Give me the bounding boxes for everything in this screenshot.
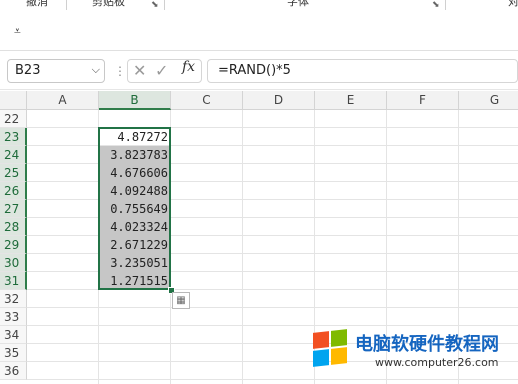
row-header[interactable]: 28 bbox=[0, 218, 27, 236]
cell-b30[interactable]: 3.235051 bbox=[99, 254, 171, 272]
name-box[interactable]: B23 ⌵ bbox=[7, 59, 105, 83]
select-all-corner[interactable] bbox=[0, 91, 27, 110]
name-box-value: B23 bbox=[15, 63, 41, 78]
column-header-f[interactable]: F bbox=[387, 91, 459, 110]
cell-b25[interactable]: 4.676606 bbox=[99, 164, 171, 182]
column-header-e[interactable]: E bbox=[315, 91, 387, 110]
formula-bar: B23 ⌵ ⋮ ✕ ✓ fx =RAND()*5 bbox=[0, 55, 518, 90]
column-header-b[interactable]: B bbox=[99, 91, 171, 110]
font-launcher-icon[interactable]: ⬊ bbox=[432, 0, 440, 10]
row-header[interactable]: 25 bbox=[0, 164, 27, 182]
cell-b23[interactable]: 4.87272 bbox=[99, 128, 171, 146]
cell-b29[interactable]: 2.671229 bbox=[99, 236, 171, 254]
cancel-icon[interactable]: ✕ bbox=[133, 61, 146, 80]
column-header-d[interactable]: D bbox=[243, 91, 315, 110]
cell-b27[interactable]: 0.755649 bbox=[99, 200, 171, 218]
column-header-g[interactable]: G bbox=[459, 91, 518, 110]
insert-function-icon[interactable]: fx bbox=[182, 59, 195, 75]
row-header[interactable]: 33 bbox=[0, 308, 27, 326]
ribbon-group-clipboard: 剪贴板 bbox=[92, 0, 125, 8]
ribbon-group-font: 字体 bbox=[287, 0, 309, 8]
column-header-c[interactable]: C bbox=[171, 91, 243, 110]
row-header[interactable]: 22 bbox=[0, 110, 27, 128]
row-header[interactable]: 29 bbox=[0, 236, 27, 254]
formula-input[interactable]: =RAND()*5 bbox=[207, 59, 518, 83]
customize-toolbar-icon[interactable]: ⩡ bbox=[14, 24, 21, 39]
cell-b26[interactable]: 4.092488 bbox=[99, 182, 171, 200]
clipboard-launcher-icon[interactable]: ⬊ bbox=[151, 0, 159, 10]
ribbon-group-undo: 撤消 bbox=[26, 0, 48, 8]
confirm-icon[interactable]: ✓ bbox=[155, 61, 168, 80]
windows-logo-icon bbox=[313, 329, 349, 367]
ribbon-group-alignment: 对 bbox=[508, 0, 518, 8]
row-header[interactable]: 35 bbox=[0, 344, 27, 362]
row-header[interactable]: 31 bbox=[0, 272, 27, 290]
row-header[interactable]: 30 bbox=[0, 254, 27, 272]
column-header-a[interactable]: A bbox=[27, 91, 99, 110]
row-header[interactable]: 32 bbox=[0, 290, 27, 308]
row-header[interactable]: 26 bbox=[0, 182, 27, 200]
row-header[interactable]: 36 bbox=[0, 362, 27, 380]
ribbon-divider bbox=[66, 0, 67, 10]
watermark: 电脑软硬件教程网 www.computer26.com bbox=[311, 326, 518, 384]
row-header[interactable]: 23 bbox=[0, 128, 27, 146]
row-header[interactable]: 24 bbox=[0, 146, 27, 164]
chevron-down-icon[interactable]: ⌵ bbox=[92, 63, 100, 77]
ribbon: 撤消 剪贴板 ⬊ 字体 ⬊ 对 ⩡ bbox=[0, 0, 518, 51]
cell-b31[interactable]: 1.271515 bbox=[99, 272, 171, 290]
ribbon-divider bbox=[164, 0, 165, 10]
cell-b24[interactable]: 3.823783 bbox=[99, 146, 171, 164]
row-header[interactable]: 27 bbox=[0, 200, 27, 218]
watermark-title: 电脑软硬件教程网 bbox=[355, 334, 499, 355]
cell-b28[interactable]: 4.023324 bbox=[99, 218, 171, 236]
watermark-url: www.computer26.com bbox=[375, 356, 499, 369]
ribbon-divider bbox=[445, 0, 446, 10]
row-header[interactable]: 34 bbox=[0, 326, 27, 344]
quick-analysis-icon[interactable]: ▦ bbox=[172, 292, 190, 309]
more-options-icon[interactable]: ⋮ bbox=[114, 64, 126, 78]
